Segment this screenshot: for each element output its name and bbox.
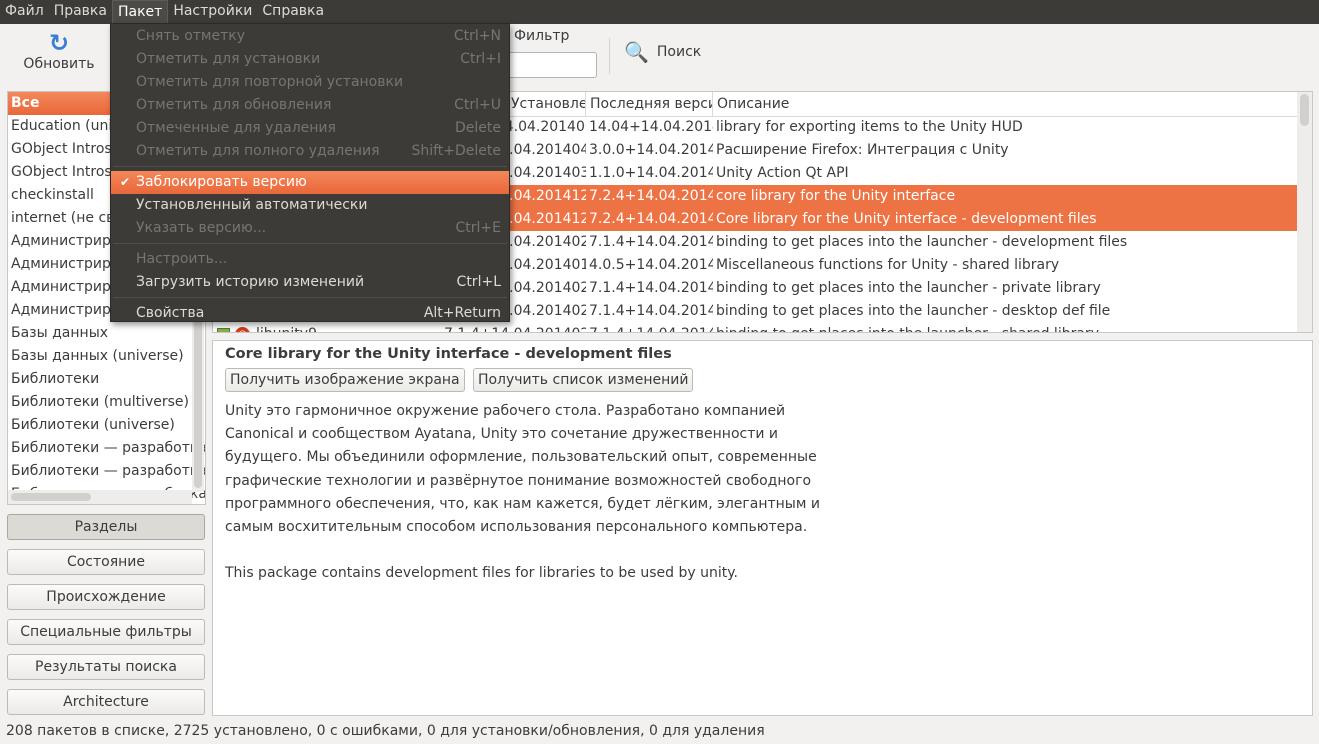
search-icon: 🔍	[624, 40, 649, 64]
cell-latest: 7.1.4+14.04.201402	[589, 280, 713, 296]
menu-settings[interactable]: Настройки	[168, 0, 257, 24]
menu-item[interactable]: Отметить для обновления Ctrl+U	[111, 94, 509, 117]
header-latest[interactable]: Последняя верси	[586, 92, 713, 117]
cell-desc: Unity Action Qt API	[716, 165, 849, 181]
filter-view-button[interactable]: Происхождение	[7, 584, 205, 610]
cell-latest: 14.04+14.04.201406	[589, 119, 713, 135]
details-pane: Core library for the Unity interface - d…	[212, 340, 1313, 716]
cell-latest: 1.1.0+14.04.201403	[589, 165, 713, 181]
menu-item-shortcut: Ctrl+N	[453, 28, 501, 44]
menu-item-shortcut: Ctrl+L	[456, 274, 501, 290]
cell-desc: core library for the Unity interface	[716, 188, 956, 204]
cell-latest: 7.1.4+14.04.201402	[586, 323, 713, 332]
menu-item[interactable]: Отмеченные для удаления Delete	[111, 117, 509, 140]
check-icon: ✔	[120, 175, 131, 189]
cell-desc: Core library for the Unity interface - d…	[716, 211, 1097, 227]
menu-item-label: Отметить для установки	[136, 51, 321, 67]
category-item[interactable]: Библиотеки — разработка	[8, 437, 205, 460]
reload-icon: ↻	[48, 29, 70, 57]
menu-item[interactable]: Отметить для полного удаления Shift+Delet…	[111, 140, 509, 163]
category-item[interactable]: Библиотеки (multiverse)	[8, 391, 205, 414]
menu-item[interactable]: Отметить для установки Ctrl+I	[111, 48, 509, 71]
menu-item-label: Отметить для полного удаления	[136, 143, 380, 159]
get-screenshot-button[interactable]: Получить изображение экрана	[225, 368, 465, 392]
menu-item-shortcut: Ctrl+I	[460, 51, 501, 67]
menu-item-label: Отметить для обновления	[136, 97, 332, 113]
filter-view-button[interactable]: Состояние	[7, 549, 205, 575]
filter-view-button[interactable]: Специальные фильтры	[7, 619, 205, 645]
menu-item-label: Заблокировать версию	[136, 174, 307, 190]
menu-item[interactable]: Свойства Alt+Return	[111, 302, 509, 325]
cell-desc: binding to get places into the launcher …	[716, 303, 1111, 319]
menubar: Файл Правка Пакет Настройки Справка	[0, 0, 1319, 24]
get-changelog-button[interactable]: Получить список изменений	[472, 368, 694, 392]
cell-desc: binding to get places into the launcher …	[713, 323, 1298, 332]
menu-item-shortcut: Delete	[455, 120, 501, 136]
menu-item-label: Указать версию...	[136, 220, 267, 236]
cell-desc: library for exporting items to the Unity…	[716, 119, 1023, 135]
reload-button[interactable]: ↻ Обновить	[18, 30, 100, 84]
details-title: Core library for the Unity interface - d…	[225, 346, 672, 362]
menu-item[interactable]: Загрузить историю изменений Ctrl+L	[111, 271, 509, 294]
menu-file[interactable]: Файл	[0, 0, 49, 24]
filter-label: Фильтр	[514, 28, 570, 44]
category-hscrollbar[interactable]	[8, 490, 192, 504]
menu-item-label: Отмеченные для удаления	[136, 120, 336, 136]
menu-package[interactable]: Пакет	[111, 0, 169, 24]
menu-item[interactable]: Настроить...	[111, 248, 509, 271]
menu-item-label: Установленный автоматически	[136, 197, 368, 213]
category-item[interactable]: Библиотеки — разработка	[8, 460, 205, 483]
details-description: Unity это гармоничное окружение рабочего…	[225, 403, 820, 582]
search-label: Поиск	[656, 44, 702, 60]
menu-item-shortcut: Ctrl+U	[454, 97, 501, 113]
menu-separator	[113, 297, 507, 298]
toolbar-separator	[609, 38, 610, 74]
menu-item[interactable]: Установленный автоматически	[111, 194, 509, 217]
category-item[interactable]: Базы данных	[8, 322, 205, 345]
cell-desc: Miscellaneous functions for Unity - shar…	[716, 257, 1060, 273]
cell-latest: 7.1.4+14.04.201402	[589, 234, 713, 250]
cell-latest: 7.1.4+14.04.201402	[589, 303, 713, 319]
menu-item-label: Снять отметку	[136, 28, 245, 44]
menu-item[interactable]: Снять отметку Ctrl+N	[111, 25, 509, 48]
menu-item-shortcut: Shift+Delete	[411, 143, 501, 159]
menu-separator	[113, 166, 507, 167]
cell-latest: 7.2.4+14.04.201412	[589, 188, 713, 204]
menu-item[interactable]: Отметить для повторной установки	[111, 71, 509, 94]
filter-view-button[interactable]: Architecture	[7, 689, 205, 715]
installed-checkbox[interactable]	[217, 328, 230, 332]
cell-desc: binding to get places into the launcher …	[716, 280, 1101, 296]
reload-label: Обновить	[23, 56, 95, 72]
filter-view-button[interactable]: Результаты поиска	[7, 654, 205, 680]
cell-latest: 4.0.5+14.04.201401	[589, 257, 713, 273]
category-item[interactable]: Библиотеки	[8, 368, 205, 391]
category-item[interactable]: Базы данных (universe)	[8, 345, 205, 368]
status-bar: 208 пакетов в списке, 2725 установлено, …	[6, 723, 765, 739]
header-description[interactable]: Описание	[713, 92, 1298, 117]
menu-item-label: Настроить...	[136, 251, 228, 267]
cell-latest: 7.2.4+14.04.201412	[589, 211, 713, 227]
menu-item-label: Загрузить историю изменений	[136, 274, 365, 290]
ubuntu-icon: ◉	[235, 327, 250, 332]
menu-item-label: Отметить для повторной установки	[136, 74, 404, 90]
table-vscrollbar[interactable]	[1297, 92, 1312, 332]
cell-desc: Расширение Firefox: Интеграция с Unity	[716, 142, 1009, 158]
menu-edit[interactable]: Правка	[49, 0, 112, 24]
category-item[interactable]: Библиотеки (universe)	[8, 414, 205, 437]
package-menu: Снять отметку Ctrl+N Отметить для установк…	[110, 23, 510, 322]
cell-latest: 3.0.0+14.04.201404	[589, 142, 713, 158]
filter-view-button[interactable]: Разделы	[7, 514, 205, 540]
search-button[interactable]: 🔍 Поиск	[624, 40, 701, 64]
cell-desc: binding to get places into the launcher …	[716, 234, 1128, 250]
menu-item[interactable]: Указать версию... Ctrl+E	[111, 217, 509, 240]
menu-help[interactable]: Справка	[257, 0, 329, 24]
menu-separator	[113, 243, 507, 244]
menu-item[interactable]: ✔ Заблокировать версию	[111, 171, 509, 194]
menu-item-shortcut: Ctrl+E	[455, 220, 502, 236]
menu-item-label: Свойства	[136, 305, 205, 321]
menu-item-shortcut: Alt+Return	[423, 305, 501, 321]
